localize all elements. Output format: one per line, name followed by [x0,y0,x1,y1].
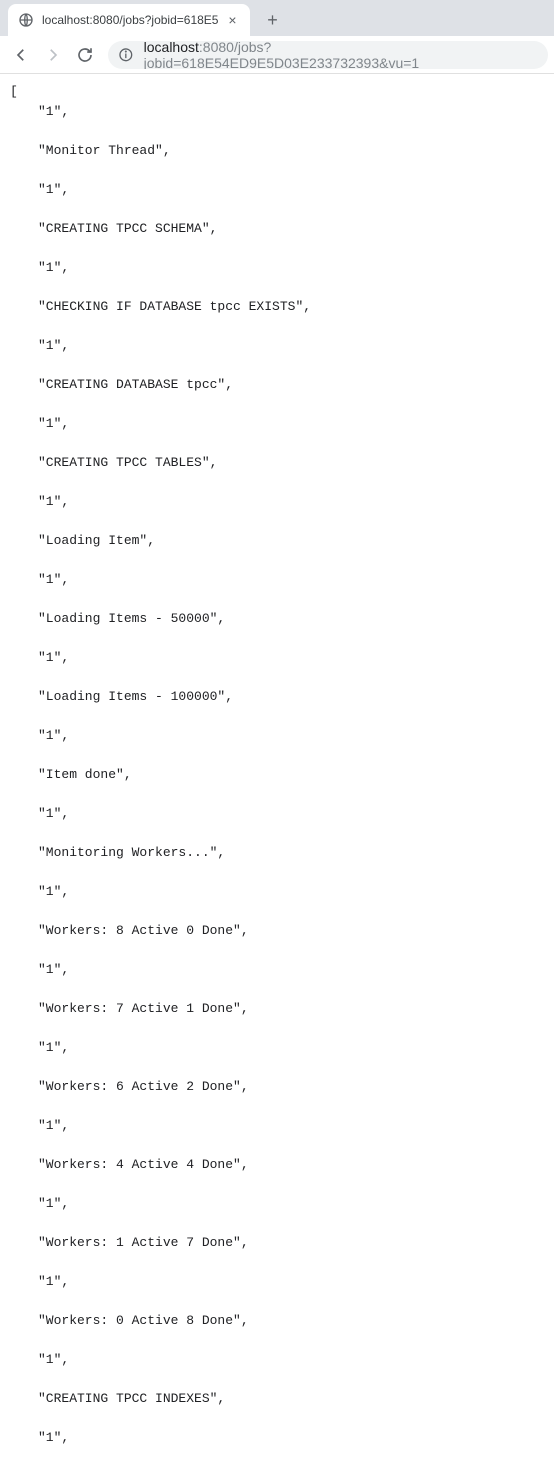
info-icon[interactable] [118,47,134,63]
forward-button[interactable] [38,40,68,70]
toolbar: localhost:8080/jobs?jobid=618E54ED9E5D03… [0,36,554,74]
back-button[interactable] [6,40,36,70]
url-text: localhost:8080/jobs?jobid=618E54ED9E5D03… [144,41,538,69]
address-bar[interactable]: localhost:8080/jobs?jobid=618E54ED9E5D03… [108,41,548,69]
tab-strip: localhost:8080/jobs?jobid=618E5 × + [0,0,554,36]
globe-icon [18,12,34,28]
new-tab-button[interactable]: + [258,6,286,34]
browser-tab[interactable]: localhost:8080/jobs?jobid=618E5 × [8,4,250,36]
reload-button[interactable] [70,40,100,70]
json-response-body: [ "1", "Monitor Thread", "1", "CREATING … [0,74,554,1470]
close-icon[interactable]: × [224,12,240,28]
tab-title: localhost:8080/jobs?jobid=618E5 [42,13,218,27]
